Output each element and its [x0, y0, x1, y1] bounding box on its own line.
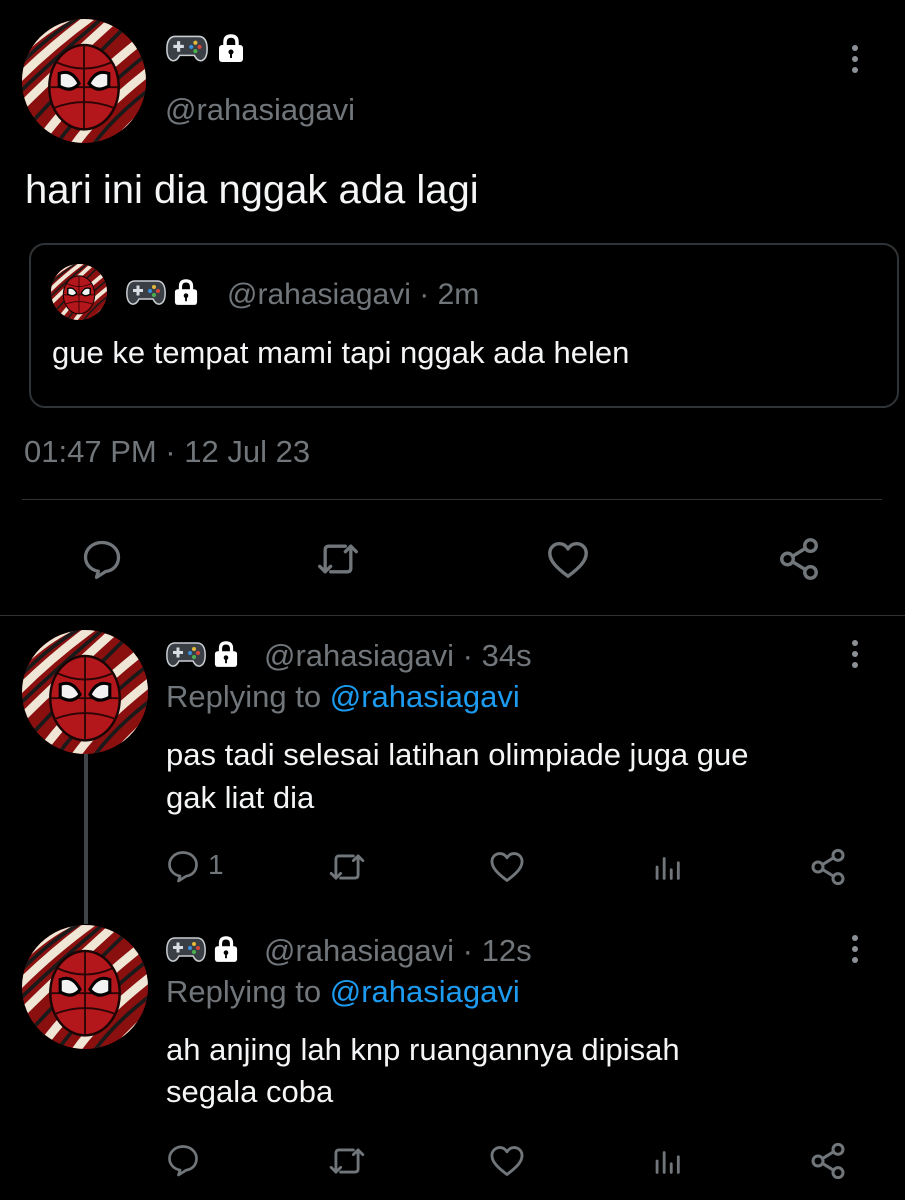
retweet-icon[interactable]	[328, 848, 366, 886]
reply-icon[interactable]	[165, 848, 201, 884]
tweet-text: hari ini dia nggak ada lagi	[25, 168, 479, 212]
views-icon[interactable]	[650, 1144, 684, 1178]
reply-icon[interactable]	[80, 537, 124, 581]
more-options-icon[interactable]	[848, 640, 862, 668]
lock-icon	[218, 33, 244, 63]
reply-meta: @rahasiagavi · 34s	[264, 638, 532, 674]
reply-icon[interactable]	[165, 1142, 201, 1178]
tweet-timestamp: 01:47 PM · 12 Jul 23	[24, 434, 311, 469]
quoted-tweet[interactable]: @rahasiagavi · 2m gue ke tempat mami tap…	[29, 243, 899, 408]
user-handle[interactable]: @rahasiagavi	[264, 638, 454, 673]
share-icon[interactable]	[808, 847, 848, 887]
spiderman-avatar-icon	[51, 264, 107, 320]
replying-prefix: Replying to	[166, 974, 322, 1009]
quoted-user-badges	[126, 278, 198, 306]
more-options-icon[interactable]	[848, 935, 862, 963]
replying-to: Replying to @rahasiagavi	[166, 679, 520, 715]
user-handle[interactable]: @rahasiagavi	[165, 92, 355, 128]
tweet-text-line: gak liat dia	[166, 780, 315, 815]
meta-separator: ·	[419, 278, 430, 311]
like-icon[interactable]	[488, 848, 526, 886]
lock-icon	[214, 640, 238, 668]
meta-separator: ·	[462, 638, 473, 673]
gamepad-icon	[166, 33, 208, 63]
retweet-icon[interactable]	[328, 1142, 366, 1180]
share-icon[interactable]	[808, 1141, 848, 1181]
tweet-text-line: pas tadi selesai latihan olimpiade juga …	[166, 737, 749, 772]
reply-count: 1	[208, 849, 224, 880]
quoted-avatar	[51, 264, 107, 320]
lock-icon	[214, 935, 238, 963]
user-badges	[166, 33, 244, 63]
replying-to-link[interactable]: @rahasiagavi	[330, 974, 520, 1009]
gamepad-icon	[166, 640, 206, 668]
quoted-time: 2m	[437, 278, 480, 311]
avatar[interactable]	[22, 630, 148, 754]
tweet-time: 12s	[481, 933, 532, 968]
spiderman-avatar-icon	[22, 630, 148, 754]
retweet-icon[interactable]	[316, 537, 360, 581]
gamepad-icon	[126, 278, 166, 306]
section-divider	[0, 615, 905, 616]
spiderman-avatar-icon	[22, 925, 148, 1049]
spiderman-avatar-icon	[22, 19, 146, 143]
user-badges	[166, 640, 238, 668]
thread-connector	[84, 752, 88, 924]
tweet-time: 34s	[481, 638, 532, 673]
tweet-text-line: ah anjing lah knp ruangannya dipisah	[166, 1032, 680, 1067]
reply-meta: @rahasiagavi · 12s	[264, 933, 532, 969]
like-icon[interactable]	[545, 537, 591, 583]
divider	[22, 499, 882, 500]
replying-to: Replying to @rahasiagavi	[166, 974, 520, 1010]
quoted-text: gue ke tempat mami tapi nggak ada helen	[52, 335, 630, 370]
gamepad-icon	[166, 935, 206, 963]
views-icon[interactable]	[650, 850, 684, 884]
replying-prefix: Replying to	[166, 679, 322, 714]
like-icon[interactable]	[488, 1142, 526, 1180]
replying-to-link[interactable]: @rahasiagavi	[330, 679, 520, 714]
user-badges	[166, 935, 238, 963]
user-handle[interactable]: @rahasiagavi	[264, 933, 454, 968]
tweet-text-line: segala coba	[166, 1074, 334, 1109]
meta-separator: ·	[462, 933, 473, 968]
avatar[interactable]	[22, 925, 148, 1049]
share-icon[interactable]	[776, 536, 822, 582]
avatar[interactable]	[22, 19, 146, 143]
lock-icon	[174, 278, 198, 306]
quoted-meta: @rahasiagavi · 2m	[227, 278, 479, 313]
more-options-icon[interactable]	[848, 45, 862, 73]
quoted-handle: @rahasiagavi	[227, 278, 411, 311]
